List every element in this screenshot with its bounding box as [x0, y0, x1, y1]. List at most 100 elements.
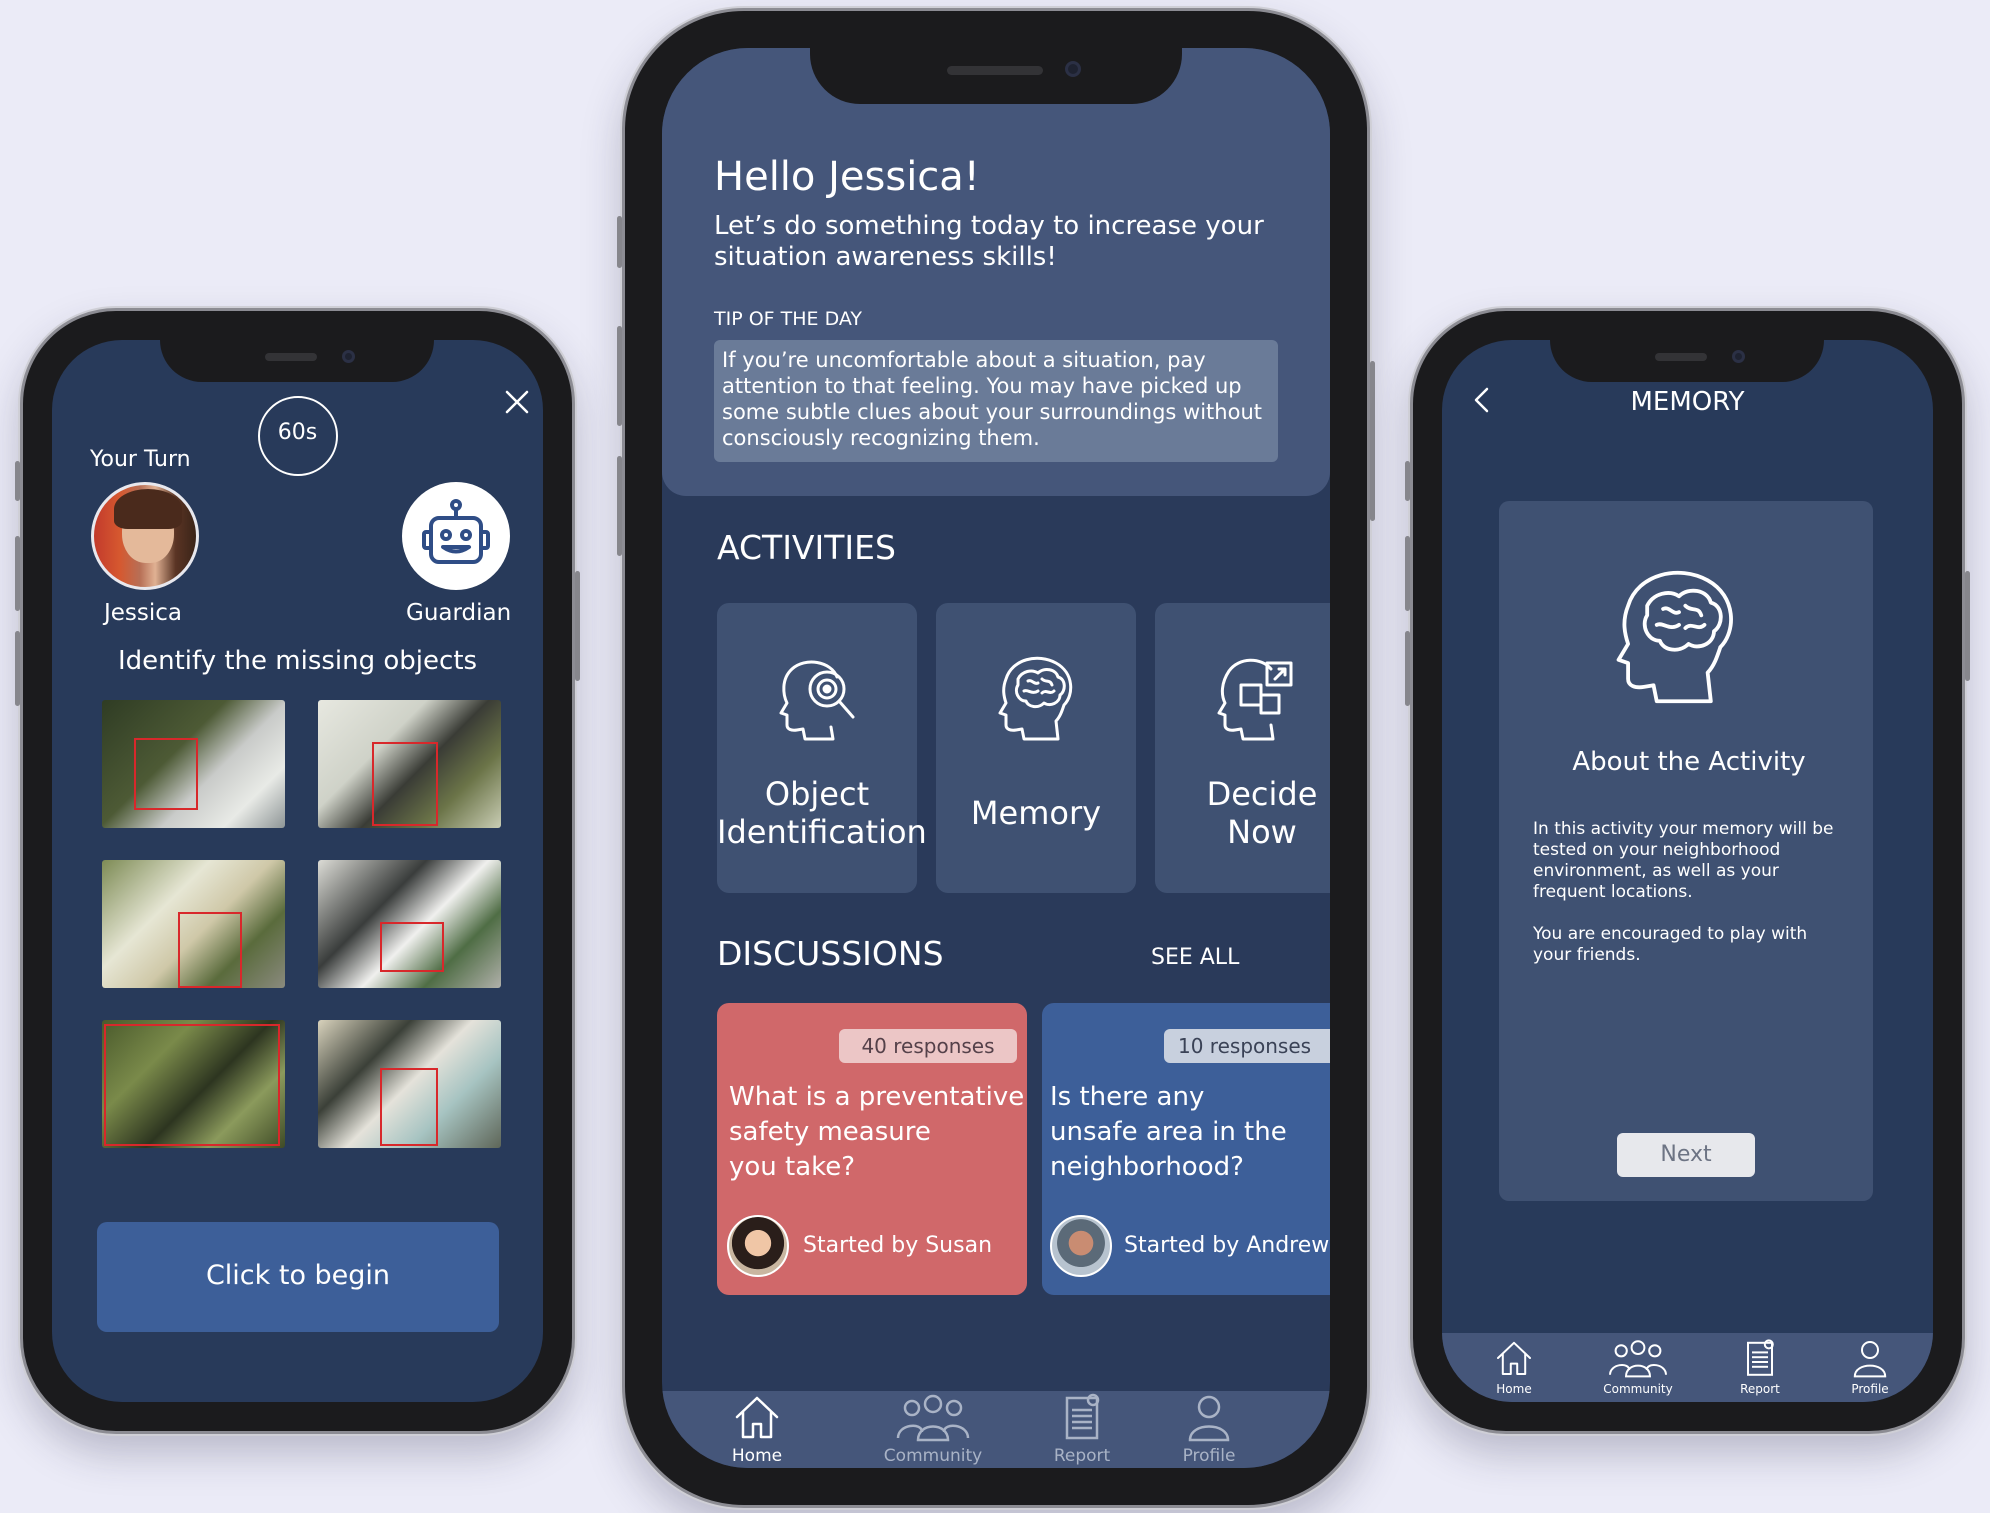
- responses-count: 40 responses: [861, 1034, 995, 1058]
- head-puzzle-icon: [1217, 658, 1293, 741]
- nav-community[interactable]: Community: [1594, 1338, 1682, 1396]
- greeting-subtitle: Let’s do something today to increase you…: [714, 211, 1264, 241]
- nav-profile[interactable]: Profile: [1169, 1392, 1249, 1466]
- activity-description: frequent locations.: [1533, 882, 1693, 902]
- side-button: [1370, 361, 1375, 521]
- discussion-starter: Started by Andrew: [1124, 1233, 1330, 1258]
- responses-badge: 10 responses: [1164, 1029, 1330, 1063]
- activity-card-decide-now[interactable]: Decide Now: [1155, 603, 1330, 893]
- scene-photo[interactable]: [102, 860, 285, 988]
- nav-profile[interactable]: Profile: [1840, 1338, 1900, 1396]
- activity-label: Decide: [1206, 775, 1318, 813]
- notch: [810, 48, 1182, 104]
- nav-community-label: Community: [1603, 1382, 1673, 1396]
- tip-box: If you’re uncomfortable about a situatio…: [714, 340, 1278, 462]
- side-button: [1405, 461, 1410, 501]
- player-avatar: [91, 482, 199, 590]
- close-icon[interactable]: [504, 389, 530, 415]
- nav-report-label: Report: [1053, 1446, 1111, 1466]
- activity-label: Identification: [717, 813, 927, 851]
- activity-description: You are encouraged to play with: [1533, 924, 1808, 944]
- tip-text: If you’re uncomfortable about a situatio…: [722, 348, 1206, 372]
- tip-text: consciously recognizing them.: [722, 426, 1040, 450]
- discussion-question: Is there any: [1050, 1082, 1205, 1112]
- nav-home[interactable]: Home: [722, 1392, 792, 1466]
- nav-community[interactable]: Community: [878, 1392, 988, 1466]
- notch: [1550, 340, 1824, 382]
- responses-count: 10 responses: [1178, 1034, 1312, 1058]
- discussion-card[interactable]: 10 responses Is there any unsafe area in…: [1042, 1003, 1330, 1295]
- next-button-label: Next: [1660, 1142, 1712, 1167]
- discussion-card[interactable]: 40 responses What is a preventative safe…: [717, 1003, 1027, 1295]
- activity-label: Memory: [970, 794, 1102, 832]
- home-icon: [1497, 1341, 1531, 1375]
- about-heading: About the Activity: [1572, 747, 1806, 777]
- activity-card-memory[interactable]: Memory: [936, 603, 1136, 893]
- side-button: [617, 326, 622, 426]
- tip-heading: TIP OF THE DAY: [714, 308, 862, 330]
- community-icon: [1609, 1340, 1667, 1378]
- screen-title: MEMORY: [1630, 387, 1745, 417]
- guardian-name: Guardian: [406, 600, 512, 626]
- nav-report[interactable]: Report: [1728, 1338, 1792, 1396]
- nav-home-label: Home: [731, 1446, 783, 1466]
- player-name: Jessica: [104, 600, 183, 626]
- tip-text: some subtle clues about your surrounding…: [722, 400, 1262, 424]
- head-magnifier-icon: [779, 660, 855, 741]
- nav-community-label: Community: [883, 1446, 983, 1466]
- discussion-question: What is a preventative: [729, 1082, 1025, 1112]
- discussion-starter: Started by Susan: [803, 1233, 993, 1258]
- your-turn-label: Your Turn: [90, 447, 191, 472]
- begin-button-label: Click to begin: [205, 1260, 391, 1291]
- head-brain-icon: [1616, 570, 1733, 704]
- activity-description: In this activity your memory will be: [1533, 819, 1834, 839]
- activity-card-object-identification[interactable]: Object Identification: [717, 603, 927, 893]
- side-button: [617, 456, 622, 556]
- activity-description: your friends.: [1533, 945, 1641, 965]
- instruction-text: Identify the missing objects: [117, 646, 478, 676]
- discussion-question: unsafe area in the: [1050, 1117, 1287, 1147]
- nav-profile-label: Profile: [1851, 1382, 1889, 1396]
- report-icon: [1065, 1393, 1100, 1440]
- side-button: [1965, 571, 1970, 681]
- memory-screen: MEMORY About the Activity In this activi…: [1442, 340, 1933, 1402]
- activities-heading: ACTIVITIES: [717, 528, 896, 567]
- user-avatar: [1050, 1215, 1112, 1277]
- side-button: [575, 571, 580, 681]
- home-icon: [735, 1396, 779, 1439]
- discussions-heading: DISCUSSIONS: [717, 934, 944, 973]
- phone-center: Hello Jessica! Let’s do something today …: [617, 8, 1375, 1508]
- side-button: [1405, 536, 1410, 611]
- nav-home[interactable]: Home: [1486, 1338, 1542, 1396]
- community-icon: [896, 1394, 970, 1442]
- nav-report[interactable]: Report: [1042, 1392, 1122, 1466]
- scene-photo[interactable]: [318, 1020, 501, 1148]
- side-button: [1405, 631, 1410, 706]
- report-icon: [1747, 1339, 1774, 1376]
- greeting-subtitle: situation awareness skills!: [714, 242, 1057, 272]
- home-screen: Hello Jessica! Let’s do something today …: [662, 48, 1330, 1468]
- nav-profile-label: Profile: [1182, 1446, 1236, 1466]
- side-button: [617, 216, 622, 268]
- scene-photo[interactable]: [318, 860, 501, 988]
- timer-badge: 60s: [258, 396, 338, 476]
- see-all-link[interactable]: SEE ALL: [1151, 945, 1239, 970]
- activity-label: Now: [1227, 813, 1297, 851]
- scene-photo[interactable]: [102, 1020, 285, 1148]
- nav-home-label: Home: [1496, 1382, 1532, 1396]
- profile-icon: [1853, 1341, 1887, 1378]
- phone-left: 60s Your Turn Jessica Guardian Identify …: [15, 308, 580, 1434]
- next-button[interactable]: Next: [1617, 1133, 1755, 1177]
- scene-photo[interactable]: [102, 700, 285, 828]
- activity-label: Object: [764, 775, 870, 813]
- greeting-title: Hello Jessica!: [714, 154, 980, 200]
- side-button: [15, 536, 20, 611]
- side-button: [15, 631, 20, 706]
- guardian-avatar: [402, 482, 510, 590]
- scene-photo[interactable]: [318, 700, 501, 828]
- begin-button[interactable]: Click to begin: [97, 1222, 499, 1332]
- activity-info-card: About the Activity In this activity your…: [1499, 501, 1873, 1201]
- profile-icon: [1188, 1395, 1230, 1442]
- discussion-question: neighborhood?: [1050, 1152, 1244, 1182]
- activity-description: tested on your neighborhood: [1533, 840, 1781, 860]
